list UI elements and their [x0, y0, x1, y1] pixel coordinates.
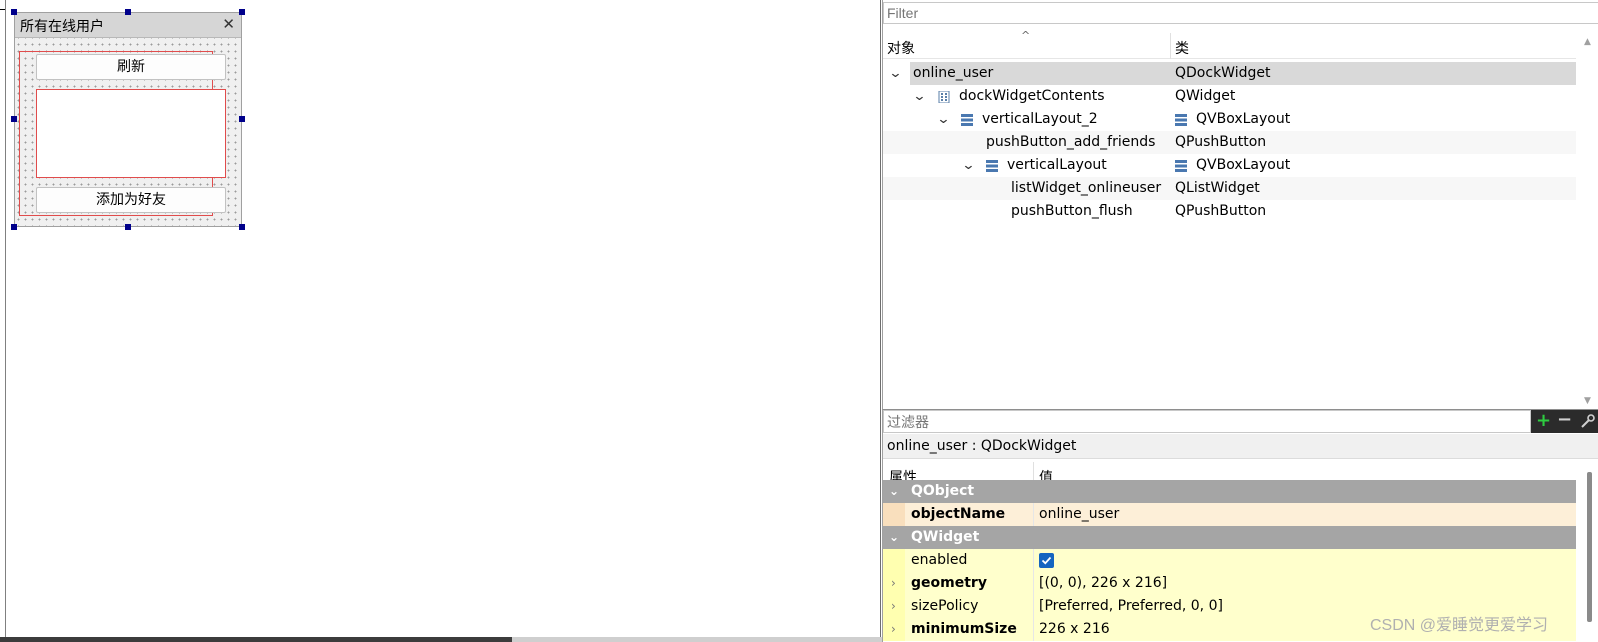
scrollbar-thumb[interactable]: [1587, 472, 1592, 622]
tree-item-name: verticalLayout: [1007, 157, 1107, 173]
canvas-right-border: [880, 0, 881, 642]
cell-divider: [1033, 618, 1034, 641]
vbox-layout-icon: [1175, 114, 1187, 126]
wrench-icon[interactable]: [1579, 413, 1595, 429]
property-row-geometry[interactable]: › geometry [(0, 0), 226 x 216]: [883, 572, 1576, 595]
cell-divider: [1033, 549, 1034, 572]
tree-item-name: pushButton_add_friends: [986, 134, 1156, 150]
enabled-checkbox[interactable]: [1039, 553, 1054, 568]
chevron-right-icon[interactable]: ›: [891, 572, 896, 595]
chevron-down-icon[interactable]: ⌄: [936, 108, 950, 131]
object-tree-scrollbar[interactable]: ▲ ▼: [1576, 33, 1598, 410]
property-value[interactable]: 226 x 216: [1039, 618, 1110, 641]
group-header-qwidget[interactable]: ⌄ QWidget: [883, 526, 1576, 549]
column-divider[interactable]: [1170, 33, 1171, 59]
refresh-button[interactable]: 刷新: [36, 54, 226, 80]
tree-row-push-button-flush[interactable]: pushButton_flush QPushButton: [883, 200, 1576, 223]
property-name: enabled: [911, 552, 968, 568]
cell-divider: [1033, 595, 1034, 618]
remove-property-icon[interactable]: −: [1557, 411, 1572, 429]
resize-handle[interactable]: [11, 116, 17, 122]
tree-row-vertical-layout-2[interactable]: ⌄ verticalLayout_2 QVBoxLayout: [883, 108, 1576, 131]
chevron-down-icon[interactable]: ⌄: [961, 154, 975, 177]
property-filter-input[interactable]: [883, 410, 1531, 433]
online-user-list[interactable]: [36, 89, 226, 178]
tree-item-name: verticalLayout_2: [982, 111, 1098, 127]
property-value[interactable]: [(0, 0), 226 x 216]: [1039, 572, 1167, 595]
cell-divider: [1033, 503, 1034, 526]
resize-handle[interactable]: [125, 224, 131, 230]
chevron-down-icon[interactable]: ⌄: [912, 85, 926, 108]
tree-item-name: dockWidgetContents: [959, 88, 1105, 104]
dock-title: 所有在线用户: [20, 19, 104, 35]
tree-row-dock-widget-contents[interactable]: ⌄ dockWidgetContents QWidget: [883, 85, 1576, 108]
chevron-down-icon[interactable]: ⌄: [888, 62, 902, 85]
property-name: objectName: [911, 506, 1006, 522]
column-header-class[interactable]: 类: [1175, 38, 1189, 58]
sort-ascending-icon[interactable]: ^: [1021, 29, 1030, 42]
scroll-down-icon[interactable]: ▼: [1584, 396, 1591, 406]
add-property-icon[interactable]: +: [1536, 412, 1551, 430]
add-friend-button[interactable]: 添加为好友: [36, 187, 226, 213]
tree-item-class: QDockWidget: [1175, 65, 1271, 81]
tree-item-class: QVBoxLayout: [1196, 157, 1291, 173]
dock-titlebar[interactable]: 所有在线用户 ✕: [15, 13, 241, 38]
tree-item-class: QVBoxLayout: [1196, 111, 1291, 127]
resize-handle[interactable]: [239, 9, 245, 15]
form-canvas[interactable]: 所有在线用户 ✕ 刷新 添加为好友: [0, 0, 882, 642]
tree-item-class: QPushButton: [1175, 203, 1267, 219]
property-toolbar: + −: [1531, 410, 1598, 433]
tree-row-list-widget-onlineuser[interactable]: listWidget_onlineuser QListWidget: [883, 177, 1576, 200]
tree-item-class: QWidget: [1175, 88, 1236, 104]
chevron-down-icon[interactable]: ⌄: [889, 480, 899, 503]
chevron-right-icon[interactable]: ›: [891, 618, 896, 641]
tree-item-name: listWidget_onlineuser: [1011, 180, 1162, 196]
canvas-left-border: [5, 0, 6, 642]
vbox-layout-icon: [986, 160, 998, 172]
chevron-right-icon[interactable]: ›: [891, 595, 896, 618]
property-name: minimumSize: [911, 621, 1017, 637]
resize-handle[interactable]: [125, 9, 131, 15]
tree-row-online-user[interactable]: ⌄ online_user QDockWidget: [883, 62, 1576, 85]
resize-handle[interactable]: [239, 116, 245, 122]
row-marker: [883, 549, 905, 572]
property-scrollbar[interactable]: [1576, 462, 1598, 642]
selected-object-label: online_user : QDockWidget: [883, 434, 1598, 459]
vbox-layout-icon: [1175, 160, 1187, 172]
property-name: sizePolicy: [911, 598, 979, 614]
object-filter-input[interactable]: [883, 2, 1598, 24]
tree-row-vertical-layout[interactable]: ⌄ verticalLayout QVBoxLayout: [883, 154, 1576, 177]
property-value[interactable]: online_user: [1039, 503, 1119, 526]
row-marker: [883, 503, 905, 526]
tree-row-push-button-add-friends[interactable]: pushButton_add_friends QPushButton: [883, 131, 1576, 154]
property-row-object-name[interactable]: objectName online_user: [883, 503, 1576, 526]
chevron-down-icon[interactable]: ⌄: [889, 526, 899, 549]
property-editor: + − online_user : QDockWidget 属性 值 ⌄ QOb…: [882, 409, 1598, 642]
property-row-enabled[interactable]: enabled: [883, 549, 1576, 572]
tree-item-name: pushButton_flush: [1011, 203, 1133, 219]
property-name: geometry: [911, 575, 987, 591]
tree-item-class: QPushButton: [1175, 134, 1267, 150]
tree-item-name: online_user: [913, 65, 994, 81]
watermark: CSDN @爱睡觉更爱学习: [1370, 617, 1549, 634]
object-tree-header: ^ 对象 类: [883, 29, 1576, 59]
group-name: QObject: [911, 483, 975, 499]
resize-handle[interactable]: [11, 9, 17, 15]
resize-handle[interactable]: [239, 224, 245, 230]
vbox-layout-icon: [961, 114, 973, 126]
group-header-qobject[interactable]: ⌄ QObject: [883, 480, 1576, 503]
column-header-object[interactable]: 对象: [887, 38, 915, 58]
scroll-up-icon[interactable]: ▲: [1584, 37, 1591, 47]
close-icon[interactable]: ✕: [222, 15, 235, 33]
widget-grid-icon: [938, 91, 950, 103]
group-name: QWidget: [911, 529, 980, 545]
check-icon: [1041, 556, 1052, 565]
resize-handle[interactable]: [11, 224, 17, 230]
object-inspector: ^ 对象 类 ⌄ online_user QDockWidget ⌄ dockW…: [882, 0, 1598, 410]
cell-divider: [1033, 572, 1034, 595]
tree-item-class: QListWidget: [1175, 180, 1260, 196]
canvas-bottom-bar-segment: [512, 637, 882, 642]
property-value[interactable]: [Preferred, Preferred, 0, 0]: [1039, 595, 1223, 618]
